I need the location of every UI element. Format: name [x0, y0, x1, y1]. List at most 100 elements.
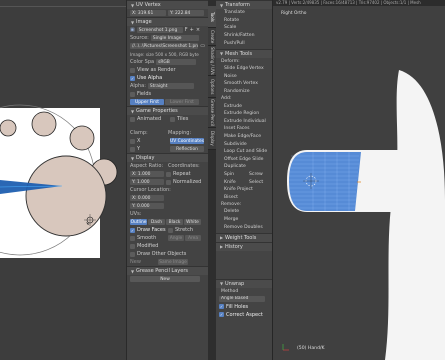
- image-header[interactable]: ▼ Image: [127, 17, 208, 26]
- fake-user-icon[interactable]: F: [185, 27, 188, 33]
- correct-aspect-checkbox[interactable]: [219, 312, 224, 318]
- knife-project-button[interactable]: Knife Project: [216, 186, 272, 194]
- fields-row: Fields: [127, 90, 208, 98]
- reflection-button[interactable]: Reflection: [170, 146, 204, 152]
- upper-first-button[interactable]: Upper First: [130, 99, 164, 105]
- uv-mode-black[interactable]: Black: [166, 219, 183, 225]
- smooth-vertex-button[interactable]: Smooth Vertex: [216, 80, 272, 88]
- clamp-y-checkbox[interactable]: [130, 146, 135, 152]
- folder-icon[interactable]: ▭: [200, 43, 205, 49]
- knife-button[interactable]: Knife: [224, 180, 249, 185]
- animated-checkbox[interactable]: [130, 116, 135, 122]
- offset-edge-slide-button[interactable]: Offset Edge Slide: [216, 156, 272, 164]
- color-space-dropdown[interactable]: sRGB: [156, 59, 197, 65]
- game-properties-header[interactable]: ▼ Game Properties: [127, 106, 208, 115]
- tiles-checkbox[interactable]: [170, 116, 175, 122]
- make-edge-face-button[interactable]: Make Edge/Face: [216, 133, 272, 141]
- mesh-tools-header[interactable]: ▼ Mesh Tools: [216, 48, 272, 58]
- rotate-button[interactable]: Rotate: [216, 17, 272, 25]
- knife-select-button[interactable]: Select: [249, 180, 263, 185]
- slide-vertex-button[interactable]: Vertex: [249, 66, 264, 71]
- duplicate-button[interactable]: Duplicate: [216, 163, 272, 171]
- unwrap-method-dropdown[interactable]: Angle Based: [219, 295, 265, 302]
- shrink-fatten-button[interactable]: Shrink/Fatten: [216, 32, 272, 40]
- uv-canvas[interactable]: [0, 0, 126, 360]
- stretch-checkbox[interactable]: [168, 227, 173, 233]
- uv-vertex-header[interactable]: ▼ UV Vertex: [127, 0, 208, 9]
- tab-shading-uvs[interactable]: Shading / UVs: [208, 46, 216, 76]
- cursor-y-field[interactable]: Y: 0.000: [130, 203, 164, 209]
- tab-grease-pencil[interactable]: Grease Pencil: [208, 98, 216, 128]
- history-header[interactable]: ▶ History: [216, 241, 272, 251]
- merge-button[interactable]: Merge: [216, 216, 272, 224]
- image-source-dropdown[interactable]: Single Image: [150, 35, 199, 41]
- extrude-button[interactable]: Extrude: [216, 102, 272, 110]
- clamp-x-checkbox[interactable]: [130, 138, 135, 144]
- use-alpha-checkbox[interactable]: [130, 75, 135, 81]
- close-icon[interactable]: ×: [196, 27, 200, 33]
- extrude-individual-button[interactable]: Extrude Individual: [216, 118, 272, 126]
- tab-tools[interactable]: Tools: [208, 6, 216, 28]
- display-header[interactable]: ▼ Display: [127, 153, 208, 162]
- 3d-viewport[interactable]: v2.79 | Verts:2/49835 | Faces:16/48713 |…: [273, 0, 445, 360]
- uv-mode-white[interactable]: White: [184, 219, 201, 225]
- image-filepath-field[interactable]: //..\..\Pictures\Screenshot 1.png: [130, 43, 199, 49]
- tab-display[interactable]: Display: [208, 128, 216, 150]
- modified-checkbox[interactable]: [130, 243, 135, 249]
- stretch-area-button[interactable]: Area: [185, 235, 201, 241]
- same-image-button[interactable]: Same Image: [158, 259, 188, 265]
- cursor-x-field[interactable]: X: 0.000: [130, 195, 164, 201]
- spin-button[interactable]: Spin: [224, 172, 249, 177]
- image-datablock-row: ▣ Screenshot 1.png F + ×: [127, 26, 208, 34]
- smooth-checkbox[interactable]: [130, 235, 135, 241]
- delete-button[interactable]: Delete: [216, 208, 272, 216]
- stretch-angle-button[interactable]: Angle: [168, 235, 184, 241]
- view-as-render-checkbox[interactable]: [130, 67, 135, 73]
- new-image-icon[interactable]: +: [190, 27, 194, 33]
- aspect-y-field[interactable]: Y: 1.000: [130, 179, 164, 185]
- screw-button[interactable]: Screw: [249, 172, 263, 177]
- weight-tools-header[interactable]: ▶ Weight Tools: [216, 232, 272, 242]
- use-alpha-row: Use Alpha: [127, 74, 208, 82]
- loop-cut-button[interactable]: Loop Cut and Slide: [216, 148, 272, 156]
- tab-options[interactable]: Options: [208, 76, 216, 98]
- grease-pencil-header[interactable]: ▼ Grease Pencil Layers: [127, 266, 208, 275]
- uv-mode-outline[interactable]: Outline: [130, 219, 147, 225]
- 3d-scene[interactable]: [273, 0, 445, 360]
- smooth-row: Smooth Angle Area: [127, 234, 208, 242]
- transform-header[interactable]: ▼ Transform: [216, 0, 272, 9]
- inset-faces-button[interactable]: Inset Faces: [216, 125, 272, 133]
- method-label: Method: [221, 288, 239, 294]
- draw-other-objects-checkbox[interactable]: [130, 251, 135, 257]
- unwrap-header[interactable]: ▼ Unwrap: [216, 278, 272, 288]
- lower-first-button[interactable]: Lower First: [165, 99, 199, 105]
- slide-edge-button[interactable]: Slide Edge: [224, 66, 249, 71]
- normalized-checkbox[interactable]: [166, 179, 171, 185]
- fields-checkbox[interactable]: [130, 91, 135, 97]
- uv-editor-viewport[interactable]: [0, 0, 126, 360]
- grease-pencil-new-button[interactable]: New: [130, 276, 200, 282]
- fill-holes-checkbox[interactable]: [219, 304, 224, 310]
- tab-create[interactable]: Create: [208, 28, 216, 46]
- translate-button[interactable]: Translate: [216, 9, 272, 17]
- image-source-row: Source: Single Image: [127, 34, 208, 42]
- aspect-x-field[interactable]: X: 1.000: [130, 171, 164, 177]
- uv-mode-dash[interactable]: Dash: [148, 219, 165, 225]
- extrude-region-button[interactable]: Extrude Region: [216, 110, 272, 118]
- clamp-x-row: X UV Coordinates: [127, 137, 208, 145]
- draw-faces-row: Draw Faces Stretch: [127, 226, 208, 234]
- uv-coordinates-button[interactable]: UV Coordinates: [170, 138, 204, 144]
- noise-button[interactable]: Noise: [216, 73, 272, 81]
- alpha-dropdown[interactable]: Straight: [147, 83, 194, 89]
- remove-doubles-button[interactable]: Remove Doubles: [216, 223, 272, 231]
- scale-button[interactable]: Scale: [216, 24, 272, 32]
- bisect-button[interactable]: Bisect: [216, 193, 272, 201]
- randomize-button[interactable]: Randomize: [216, 88, 272, 96]
- repeat-checkbox[interactable]: [166, 171, 171, 177]
- image-name-field[interactable]: Screenshot 1.png: [136, 27, 183, 33]
- subdivide-button[interactable]: Subdivide: [216, 140, 272, 148]
- uv-vertex-x-field[interactable]: X: 319.61: [130, 10, 166, 16]
- uv-vertex-y-field[interactable]: Y: 222.84: [168, 10, 204, 16]
- draw-faces-checkbox[interactable]: [130, 227, 135, 233]
- push-pull-button[interactable]: Push/Pull: [216, 39, 272, 47]
